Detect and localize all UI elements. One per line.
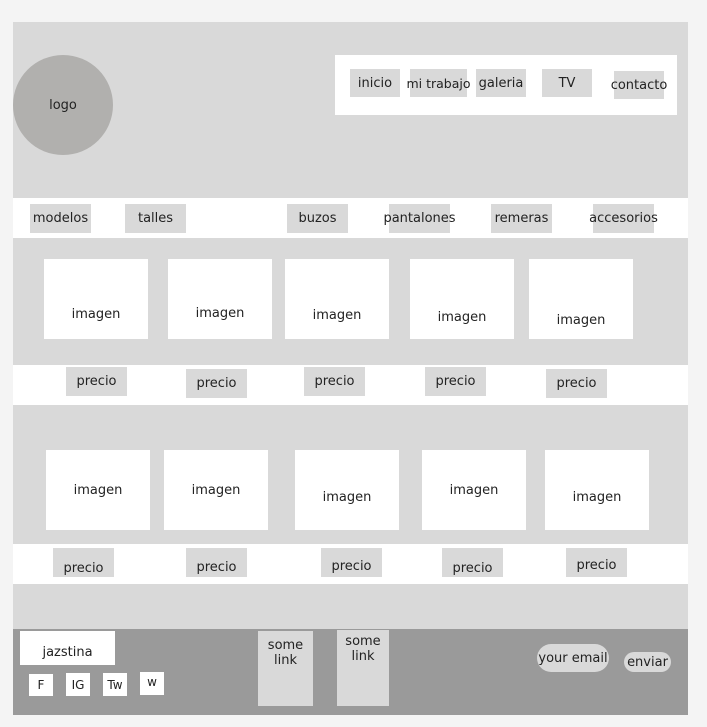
nav-item-galeria[interactable]: galeria [476,69,526,97]
category-talles[interactable]: talles [125,204,186,233]
category-pantalones[interactable]: pantalones [383,204,456,233]
price-label: precio [546,369,607,398]
footer-brand: jazstina [20,631,115,665]
category-modelos[interactable]: modelos [30,204,91,233]
price-label: precio [186,369,247,398]
price-label: precio [53,548,114,577]
product-image[interactable]: imagen [46,450,150,530]
category-buzos[interactable]: buzos [287,204,348,233]
product-image[interactable]: imagen [410,259,514,339]
product-image[interactable]: imagen [529,259,633,339]
product-image[interactable]: imagen [168,259,272,339]
nav-item-inicio[interactable]: inicio [350,69,400,97]
product-image[interactable]: imagen [295,450,399,530]
logo-text: logo [49,97,77,113]
category-remeras[interactable]: remeras [491,204,552,233]
logo[interactable]: logo [13,55,113,155]
facebook-icon[interactable]: F [29,674,53,696]
price-label: precio [304,367,365,396]
price-label: precio [186,548,247,577]
product-image[interactable]: imagen [285,259,389,339]
footer-link[interactable]: some link [337,630,389,706]
category-bar [13,198,688,238]
price-label: precio [321,548,382,577]
price-label: precio [442,548,503,577]
nav-item-tv[interactable]: TV [542,69,592,97]
price-label: precio [566,548,627,577]
category-accesorios[interactable]: accesorios [589,204,658,233]
product-image[interactable]: imagen [164,450,268,530]
twitter-icon[interactable]: Tw [103,673,127,696]
price-label: precio [425,367,486,396]
footer-link[interactable]: some link [258,631,313,706]
price-label: precio [66,367,127,396]
product-image[interactable]: imagen [422,450,526,530]
nav-item-contacto[interactable]: contacto [611,71,667,99]
nav-item-mi-trabajo[interactable]: mi trabajo [406,69,471,97]
product-image[interactable]: imagen [545,450,649,530]
whatsapp-icon[interactable]: w [140,672,164,695]
email-input[interactable]: your email [537,644,609,672]
instagram-icon[interactable]: IG [66,673,90,696]
send-button[interactable]: enviar [624,652,671,672]
product-image[interactable]: imagen [44,259,148,339]
